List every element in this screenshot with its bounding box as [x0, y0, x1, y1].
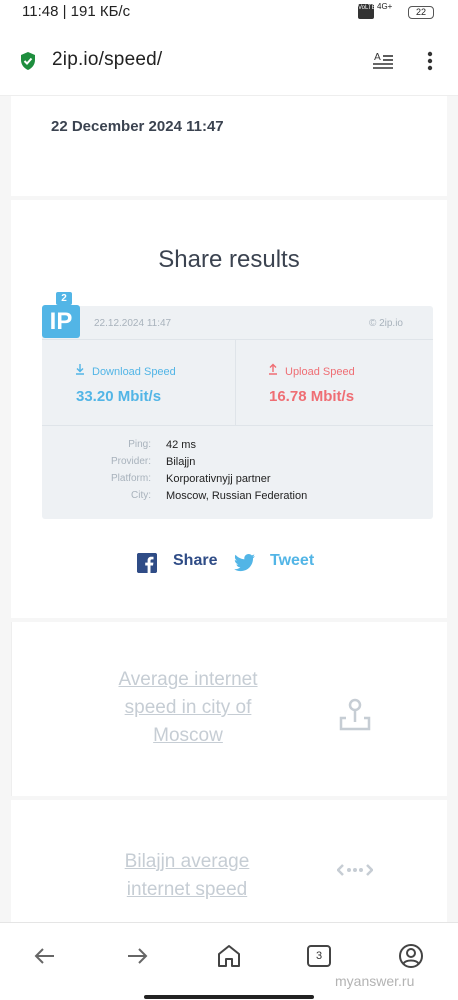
result-copyright: © 2ip.io: [368, 318, 403, 329]
download-label: Download Speed: [92, 366, 176, 378]
volte-icon: VoLTE: [358, 4, 376, 19]
account-icon[interactable]: [398, 943, 424, 969]
avg-city-speed-link[interactable]: Average internet speed in city of Moscow: [98, 666, 278, 750]
info-key: Provider:: [110, 456, 151, 467]
twitter-tweet-button[interactable]: Tweet: [270, 552, 314, 570]
browser-url-bar: 2ip.io/speed/ A: [0, 26, 458, 96]
info-row-provider: Provider: Bilajjn: [42, 456, 433, 473]
page-content: 22 December 2024 11:47 Share results 2 I…: [0, 96, 458, 922]
share-title: Share results: [158, 246, 300, 273]
facebook-icon[interactable]: [137, 553, 157, 573]
upload-value: 16.78 Mbit/s: [269, 388, 355, 405]
forward-arrow-icon[interactable]: [124, 943, 150, 969]
isp-avg-speed-link[interactable]: Bilajjn average internet speed: [97, 848, 277, 904]
upload-arrow-icon: [269, 363, 277, 375]
info-key: City:: [131, 490, 151, 501]
status-bar: 11:48 | 191 КБ/с VoLTE 4G+ 22: [0, 0, 458, 26]
info-value: Bilajjn: [166, 456, 196, 468]
svg-text:A: A: [374, 52, 381, 63]
network-type: 4G+: [377, 2, 393, 11]
status-time: 11:48 | 191 КБ/с: [22, 3, 131, 20]
twitter-icon[interactable]: [234, 554, 256, 572]
location-pin-icon: [339, 698, 371, 731]
battery-icon: 22: [408, 6, 434, 19]
2ip-logo: IP: [42, 305, 80, 338]
facebook-share-button[interactable]: Share: [173, 552, 217, 570]
share-results-card: Share results 2 IP 22.12.2024 11:47 © 2i…: [11, 200, 447, 618]
upload-label-row: Upload Speed: [267, 363, 355, 378]
divider: [42, 425, 433, 426]
info-row-platform: Platform: Korporativnyjj partner: [42, 473, 433, 490]
more-menu-icon[interactable]: [420, 50, 440, 72]
translate-icon[interactable]: A: [372, 50, 394, 72]
info-value: Moscow, Russian Federation: [166, 490, 308, 502]
result-image: 2 IP 22.12.2024 11:47 © 2ip.io Download …: [42, 292, 433, 519]
result-date: 22.12.2024 11:47: [94, 318, 172, 329]
download-value: 33.20 Mbit/s: [76, 388, 162, 405]
watermark: myanswer.ru: [335, 973, 415, 989]
test-date: 22 December 2024 11:47: [51, 118, 224, 135]
avg-city-speed-card: Average internet speed in city of Moscow: [11, 622, 447, 796]
upload-label: Upload Speed: [285, 366, 355, 378]
download-arrow-icon: [76, 364, 84, 375]
browser-nav-bar: 3 myanswer.ru: [0, 922, 458, 1000]
home-icon[interactable]: [216, 943, 242, 969]
tabs-button[interactable]: 3: [307, 945, 331, 967]
date-card: 22 December 2024 11:47: [11, 96, 447, 196]
connection-info: Ping: 42 ms Provider: Bilajjn Platform: …: [42, 439, 433, 507]
network-dots-icon: [337, 864, 373, 876]
info-key: Ping:: [128, 439, 151, 450]
logo-badge: 2: [56, 292, 72, 305]
isp-avg-speed-card: Bilajjn average internet speed: [11, 800, 447, 922]
divider: [235, 339, 236, 425]
url-text[interactable]: 2ip.io/speed/: [52, 49, 162, 71]
info-value: Korporativnyjj partner: [166, 473, 271, 485]
info-key: Platform:: [110, 473, 151, 484]
info-row-ping: Ping: 42 ms: [42, 439, 433, 456]
gesture-bar[interactable]: [144, 995, 314, 999]
divider: [42, 339, 433, 340]
download-label-row: Download Speed: [74, 363, 176, 378]
secure-shield-icon: [21, 52, 35, 70]
info-row-city: City: Moscow, Russian Federation: [42, 490, 433, 507]
back-arrow-icon[interactable]: [32, 943, 58, 969]
info-value: 42 ms: [166, 439, 196, 451]
share-buttons: Share Tweet: [137, 548, 337, 578]
